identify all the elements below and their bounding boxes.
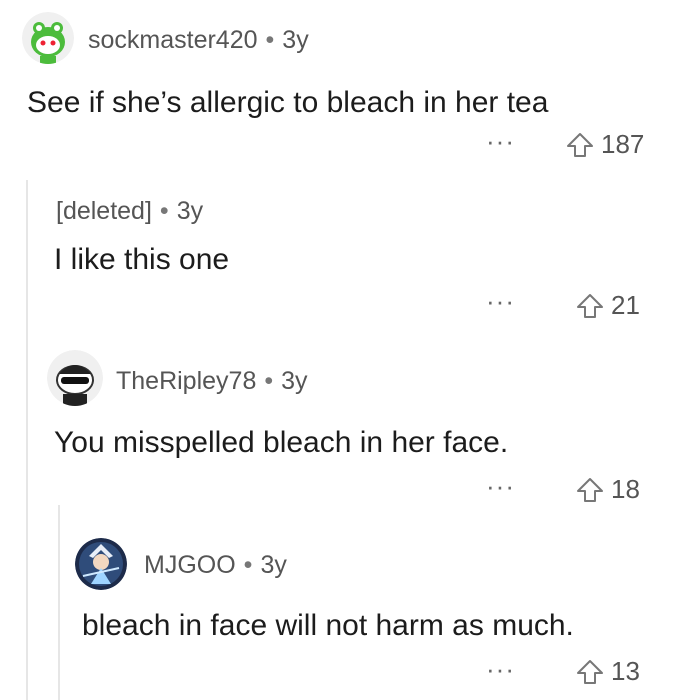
vote-count: 21: [611, 290, 640, 320]
username-text: [deleted]: [56, 197, 152, 225]
upvote-arrow-icon: [567, 132, 593, 157]
separator-dot: •: [159, 197, 169, 225]
comment-body: You misspelled bleach in her face.: [54, 426, 509, 459]
anime-character-avatar-icon: [75, 538, 127, 590]
user-avatar[interactable]: [75, 538, 127, 590]
upvote-arrow-icon: [577, 477, 603, 502]
upvote-button[interactable]: 187: [565, 129, 644, 160]
more-options-button[interactable]: ···: [486, 656, 515, 682]
comment-author[interactable]: MJGOO • 3y: [144, 551, 287, 580]
user-avatar[interactable]: [47, 350, 103, 406]
user-avatar[interactable]: [22, 12, 74, 64]
snoo-avatar-icon: [47, 350, 103, 406]
upvote-arrow-icon: [577, 659, 603, 684]
more-icon: ···: [486, 286, 515, 316]
more-icon: ···: [486, 126, 515, 156]
separator-dot: •: [265, 26, 275, 54]
upvote-button[interactable]: 21: [575, 290, 640, 321]
username-text[interactable]: MJGOO: [144, 551, 236, 579]
comment-age: 3y: [281, 367, 308, 395]
upvote-button[interactable]: 18: [575, 474, 640, 505]
more-icon: ···: [486, 654, 515, 684]
vote-count: 187: [601, 129, 645, 159]
comment-author: [deleted] • 3y: [56, 197, 203, 226]
more-options-button[interactable]: ···: [486, 128, 515, 154]
upvote-arrow-icon: [577, 293, 603, 318]
comment-age: 3y: [260, 551, 287, 579]
comment-age: 3y: [282, 26, 309, 54]
more-icon: ···: [486, 471, 515, 501]
username-text[interactable]: TheRipley78: [116, 367, 256, 395]
comment-author[interactable]: sockmaster420 • 3y: [88, 26, 309, 55]
separator-dot: •: [243, 551, 253, 579]
snoo-avatar-icon: [22, 12, 74, 64]
comment-body: bleach in face will not harm as much.: [82, 609, 574, 642]
separator-dot: •: [264, 367, 274, 395]
comment-body: I like this one: [54, 243, 230, 276]
comment-body: See if she’s allergic to bleach in her t…: [27, 86, 549, 119]
vote-count: 13: [611, 656, 640, 686]
upvote-button[interactable]: 13: [575, 656, 640, 687]
thread-line-level-2: [58, 505, 60, 700]
comment-age: 3y: [176, 197, 204, 225]
comment-author[interactable]: TheRipley78 • 3y: [116, 367, 308, 396]
more-options-button[interactable]: ···: [486, 288, 515, 314]
more-options-button[interactable]: ···: [486, 473, 515, 499]
thread-line-level-1: [26, 180, 28, 700]
vote-count: 18: [611, 474, 640, 504]
username-text[interactable]: sockmaster420: [88, 26, 258, 54]
